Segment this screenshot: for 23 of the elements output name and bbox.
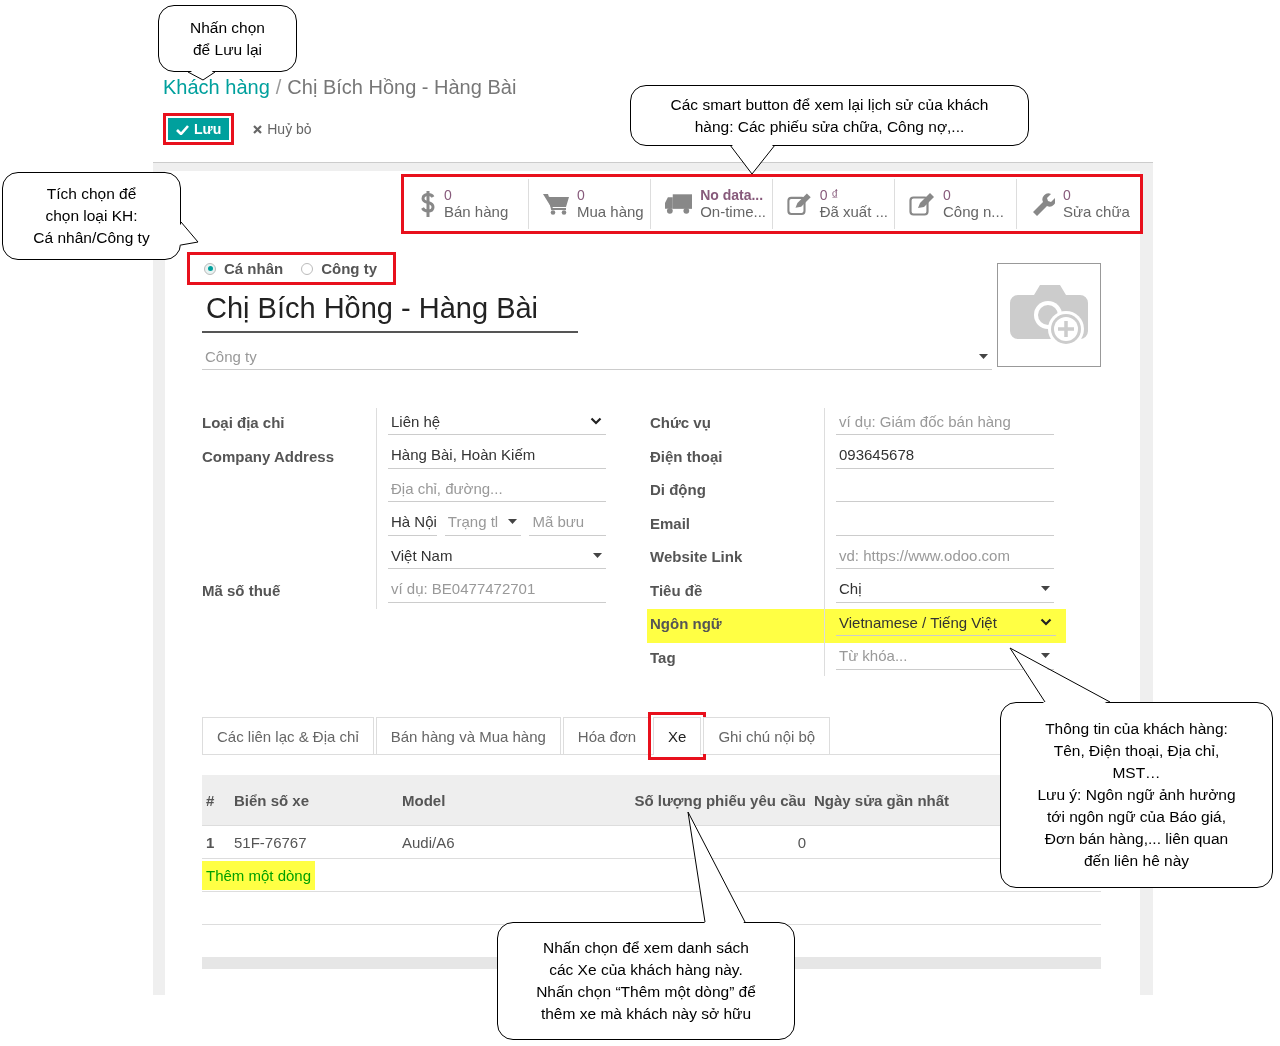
table-cell: Audi/A6 [398,825,624,859]
field-label: Company Address [202,446,335,467]
field-label: Chức vụ [650,413,712,433]
column-header: Model [398,775,624,826]
breadcrumb-current: Chị Bích Hồng - Hàng Bài [287,76,517,99]
field-label: Điện thoại [650,446,724,467]
row-number: 1 [202,825,230,859]
field-label: Ngôn ngữ [647,609,824,643]
callout-tooltip: Nhấn chọn để Lưu lại [158,5,297,72]
field-label: Di động [650,480,707,500]
column-header: Biển số xe [230,775,398,826]
field-label: Website Link [650,547,744,567]
column-header: Số lượng phiếu yêu cầu [624,775,810,826]
field-label: Mã số thuế [202,580,282,601]
breadcrumb-separator: / [275,76,282,99]
column-header: # [202,775,230,826]
field-label: Email [650,513,692,534]
field-label: Tiêu đề [650,580,704,601]
field-label: Loại địa chỉ [202,413,286,433]
field-label: Tag [650,647,677,668]
table-cell: 51F-76767 [230,825,398,859]
callout-tooltip: Tích chọn để chọn loại KH: Cá nhân/Công ty [2,172,181,260]
callout-tooltip: Nhấn chọn để xem danh sách các Xe của khách hàng này. Nhấn chọn “Thêm một dòng” để thêm xe mà khách này sở hữu [497,922,795,1040]
